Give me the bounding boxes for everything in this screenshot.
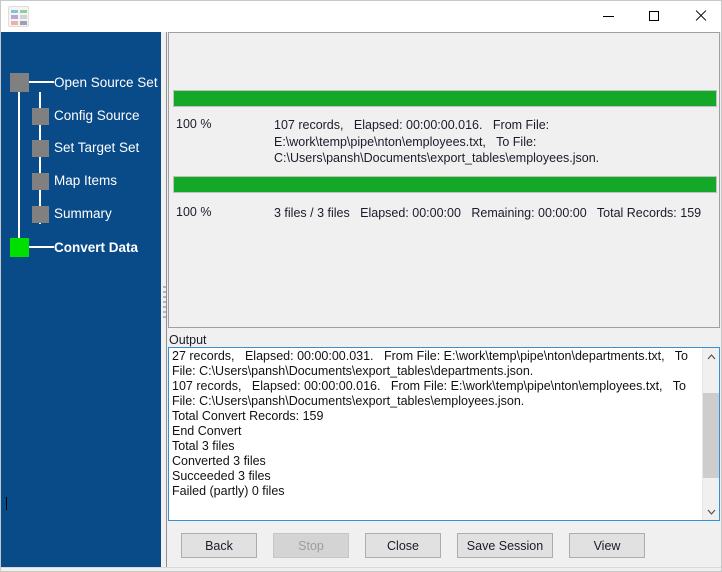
step-node-set-target-set[interactable]	[32, 140, 49, 157]
file-progress-percent: 100 %	[176, 117, 211, 131]
app-icon	[8, 6, 29, 27]
output-scrollbar[interactable]	[702, 348, 719, 520]
progress-panel: 100 % 107 records, Elapsed: 00:00:00.016…	[168, 32, 720, 328]
overall-progress-detail: 3 files / 3 files Elapsed: 00:00:00 Rema…	[274, 205, 701, 222]
close-button[interactable]: Close	[365, 533, 441, 558]
overall-progress-bar	[173, 176, 717, 193]
view-button[interactable]: View	[569, 533, 645, 558]
application-window: Open Source Set Config Source Set Target…	[0, 0, 722, 572]
back-button[interactable]: Back	[181, 533, 257, 558]
panel-splitter[interactable]	[161, 32, 168, 572]
sidebar-item-open-source-set[interactable]: Open Source Set	[54, 75, 158, 91]
file-progress-bar	[173, 90, 717, 107]
button-bar: Back Stop Close Save Session View	[168, 527, 720, 571]
splitter-divider	[166, 32, 167, 572]
scroll-up-icon[interactable]	[703, 348, 719, 365]
file-progress-detail: 107 records, Elapsed: 00:00:00.016. From…	[274, 117, 599, 167]
tree-trunk-line	[18, 92, 20, 253]
sidebar-item-map-items[interactable]: Map Items	[54, 173, 117, 189]
close-window-button[interactable]	[677, 1, 722, 31]
step-node-map-items[interactable]	[32, 173, 49, 190]
maximize-icon	[649, 11, 659, 21]
title-bar	[1, 1, 722, 32]
output-label: Output	[169, 333, 207, 347]
connector-line-active	[29, 246, 54, 248]
step-node-convert-data[interactable]	[10, 238, 29, 257]
step-node-open-source-set[interactable]	[10, 73, 29, 92]
minimize-icon	[603, 16, 614, 17]
maximize-button[interactable]	[631, 1, 677, 31]
sidebar-item-summary[interactable]: Summary	[54, 206, 112, 222]
scrollbar-thumb[interactable]	[703, 393, 719, 478]
window-bottom-edge	[1, 567, 722, 571]
sidebar-item-config-source[interactable]: Config Source	[54, 108, 140, 124]
connector-line	[29, 81, 54, 83]
sidebar-item-convert-data[interactable]: Convert Data	[54, 240, 138, 256]
minimize-button[interactable]	[585, 1, 631, 31]
sidebar-item-set-target-set[interactable]: Set Target Set	[54, 140, 139, 156]
save-session-button[interactable]: Save Session	[457, 533, 553, 558]
output-log-text: 27 records, Elapsed: 00:00:00.031. From …	[172, 349, 691, 499]
stop-button[interactable]: Stop	[273, 533, 349, 558]
output-textarea[interactable]: 27 records, Elapsed: 00:00:00.031. From …	[168, 347, 720, 521]
wizard-sidebar: Open Source Set Config Source Set Target…	[1, 32, 161, 572]
scroll-down-icon[interactable]	[703, 503, 719, 520]
step-node-summary[interactable]	[32, 206, 49, 223]
close-icon	[694, 10, 706, 22]
step-node-config-source[interactable]	[32, 108, 49, 125]
overall-progress-percent: 100 %	[176, 205, 211, 219]
text-caret	[6, 497, 7, 510]
